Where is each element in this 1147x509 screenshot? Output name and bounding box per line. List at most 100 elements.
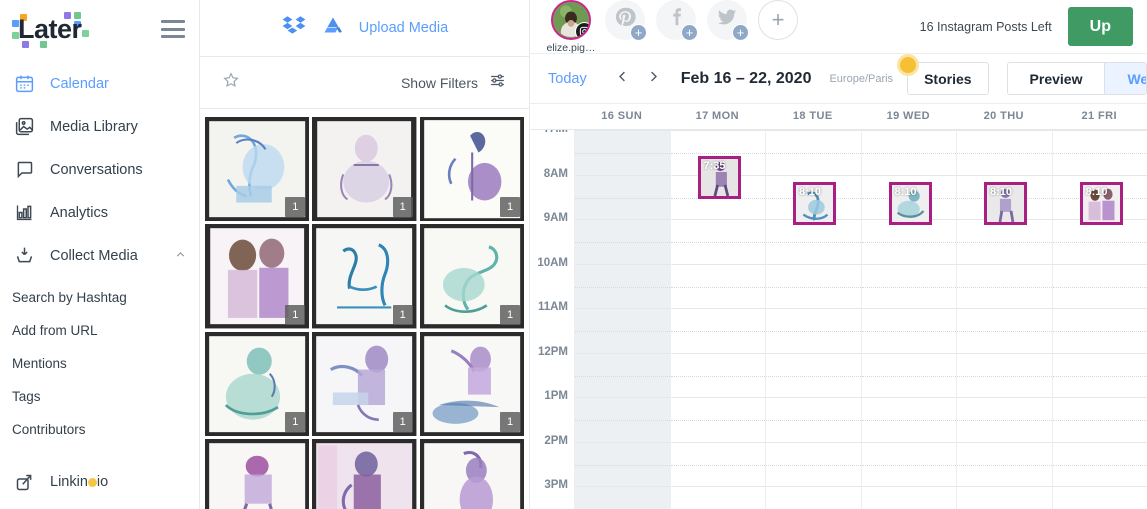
time-label: 2PM bbox=[544, 434, 568, 447]
sidebar-subitem-label: Search by Hashtag bbox=[12, 290, 127, 305]
sidebar-subitem-search-by-hashtag[interactable]: Search by Hashtag bbox=[0, 281, 199, 314]
logo-text: Later bbox=[18, 14, 82, 44]
later-logo[interactable]: Later bbox=[12, 12, 104, 48]
calendar-event[interactable]: 7:35 bbox=[697, 156, 741, 199]
instagram-icon bbox=[575, 21, 589, 38]
day-column-thu[interactable]: 8:10 bbox=[956, 130, 1052, 509]
today-button[interactable]: Today bbox=[548, 71, 587, 87]
social-button-pinterest[interactable]: + bbox=[605, 0, 647, 41]
stories-dot-icon bbox=[897, 54, 920, 76]
view-toggle: Preview Week bbox=[1006, 62, 1147, 95]
sidebar-subitem-mentions[interactable]: Mentions bbox=[0, 347, 199, 380]
day-columns: 7:35 8:10 8:10 8:10 8:10 bbox=[574, 130, 1147, 509]
sidebar-item-calendar[interactable]: Calendar bbox=[0, 62, 199, 105]
media-thumbnail[interactable]: 1 bbox=[312, 117, 417, 222]
calendar-grid[interactable]: 7AM 8AM 9AM 10AM 11AM 12PM 1PM 2PM 3PM bbox=[530, 130, 1147, 509]
day-column-fri[interactable]: 8:10 bbox=[1051, 130, 1147, 509]
calendar-event[interactable]: 8:10 bbox=[984, 182, 1027, 225]
media-thumbnail[interactable]: 1 bbox=[419, 224, 524, 329]
show-filters-button[interactable]: Show Filters bbox=[401, 71, 507, 95]
inbox-download-icon bbox=[12, 244, 36, 268]
social-button-twitter[interactable]: + bbox=[707, 0, 749, 41]
chevron-left-icon[interactable] bbox=[607, 69, 638, 88]
thumbnail-badge: 1 bbox=[285, 412, 306, 433]
thumbnail-badge: 1 bbox=[500, 197, 520, 218]
event-time: 8:10 bbox=[799, 186, 822, 198]
sidebar-subitem-label: Tags bbox=[12, 389, 41, 404]
event-time: 8:10 bbox=[894, 186, 917, 198]
chevron-right-icon[interactable] bbox=[638, 69, 669, 88]
event-time: 8:10 bbox=[1085, 186, 1108, 198]
day-header-cell: 16 SUN bbox=[601, 110, 643, 122]
hamburger-icon[interactable] bbox=[161, 20, 185, 38]
plus-icon: + bbox=[630, 23, 647, 41]
time-label: 7AM bbox=[544, 130, 568, 135]
sidebar-item-label: Linkin io bbox=[50, 474, 109, 490]
view-toggle-week[interactable]: Week bbox=[1104, 63, 1146, 94]
time-gutter: 7AM 8AM 9AM 10AM 11AM 12PM 1PM 2PM 3PM bbox=[530, 130, 574, 509]
sidebar-subitem-label: Mentions bbox=[12, 356, 67, 371]
sidebar-item-conversations[interactable]: Conversations bbox=[0, 148, 199, 191]
media-thumbnail[interactable]: 1 bbox=[419, 439, 524, 509]
calendar-event[interactable]: 8:10 bbox=[793, 182, 836, 225]
media-thumbnail[interactable]: 1 bbox=[205, 439, 310, 509]
view-toggle-preview[interactable]: Preview bbox=[1007, 63, 1105, 94]
sidebar-item-analytics[interactable]: Analytics bbox=[0, 191, 199, 234]
thumbnail-badge: 1 bbox=[392, 412, 413, 433]
sidebar: Later Calendar Media Library Conversatio… bbox=[0, 0, 200, 509]
collect-media-subnav: Search by Hashtag Add from URL Mentions … bbox=[0, 281, 199, 446]
time-label: 12PM bbox=[537, 345, 568, 358]
calendar-event[interactable]: 8:10 bbox=[888, 182, 932, 225]
media-thumbnail[interactable]: 1 bbox=[419, 331, 524, 437]
sidebar-item-media-library[interactable]: Media Library bbox=[0, 105, 199, 148]
upgrade-button[interactable]: Up bbox=[1067, 7, 1133, 46]
sidebar-subitem-label: Contributors bbox=[12, 422, 86, 437]
day-column-sun[interactable] bbox=[574, 130, 670, 509]
sidebar-item-linkinbio[interactable]: Linkin io bbox=[0, 460, 199, 504]
stories-label: Stories bbox=[924, 70, 972, 87]
day-column-wed[interactable]: 8:10 bbox=[860, 130, 956, 509]
time-label: 10AM bbox=[537, 256, 568, 269]
media-thumbnail[interactable]: 1 bbox=[312, 331, 417, 437]
media-panel: Upload Media Show Filters 1 1 1 1 1 1 1 … bbox=[200, 0, 530, 509]
timezone-label: Europe/Paris bbox=[829, 72, 894, 85]
media-thumbnail[interactable]: 1 bbox=[205, 224, 310, 329]
account-instagram[interactable]: elize.pig… bbox=[546, 0, 596, 54]
time-gutter-spacer bbox=[530, 104, 574, 129]
star-icon[interactable] bbox=[222, 71, 240, 94]
sidebar-item-label: Calendar bbox=[50, 75, 109, 92]
social-button-facebook[interactable]: + bbox=[656, 0, 698, 41]
google-drive-icon[interactable] bbox=[321, 14, 345, 43]
media-thumbnail[interactable]: 1 bbox=[419, 117, 524, 222]
day-column-tue[interactable]: 8:10 bbox=[765, 130, 861, 509]
image-stack-icon bbox=[12, 115, 36, 139]
sidebar-subitem-tags[interactable]: Tags bbox=[0, 380, 199, 413]
thumbnail-badge: 1 bbox=[285, 304, 306, 325]
date-range-label: Feb 16 – 22, 2020 bbox=[680, 69, 812, 87]
sliders-icon bbox=[488, 71, 507, 95]
upload-media-button[interactable]: Upload Media bbox=[359, 20, 448, 36]
media-thumbnail[interactable]: 1 bbox=[205, 331, 310, 437]
calendar-grid-body: 7AM 8AM 9AM 10AM 11AM 12PM 1PM 2PM 3PM bbox=[530, 130, 1147, 509]
calendar-day-header: 16 SUN 17 MON 18 TUE 19 WED 20 THU 21 FR… bbox=[530, 104, 1147, 130]
chevron-up-icon[interactable] bbox=[174, 248, 187, 264]
sidebar-subitem-add-from-url[interactable]: Add from URL bbox=[0, 314, 199, 347]
thumbnail-image bbox=[312, 439, 417, 509]
sidebar-item-collect-media[interactable]: Collect Media bbox=[0, 234, 199, 277]
media-upload-bar: Upload Media bbox=[200, 0, 529, 57]
add-account-button[interactable]: + bbox=[758, 0, 798, 40]
thumbnail-badge: 1 bbox=[392, 304, 413, 325]
stories-button[interactable]: Stories bbox=[897, 54, 989, 95]
time-label: 3PM bbox=[544, 479, 568, 491]
media-thumbnail-grid: 1 1 1 1 1 1 1 1 1 bbox=[200, 109, 529, 509]
dropbox-icon[interactable] bbox=[281, 13, 307, 44]
event-time: 8:10 bbox=[990, 186, 1013, 198]
sidebar-item-label: Analytics bbox=[50, 204, 109, 221]
day-column-mon[interactable]: 7:35 bbox=[669, 130, 765, 509]
calendar-event[interactable]: 8:10 bbox=[1079, 182, 1123, 225]
media-thumbnail[interactable]: 1 bbox=[312, 439, 417, 509]
time-label: 8AM bbox=[543, 167, 568, 180]
sidebar-subitem-contributors[interactable]: Contributors bbox=[0, 413, 199, 446]
media-thumbnail[interactable]: 1 bbox=[312, 224, 417, 329]
media-thumbnail[interactable]: 1 bbox=[205, 117, 310, 222]
